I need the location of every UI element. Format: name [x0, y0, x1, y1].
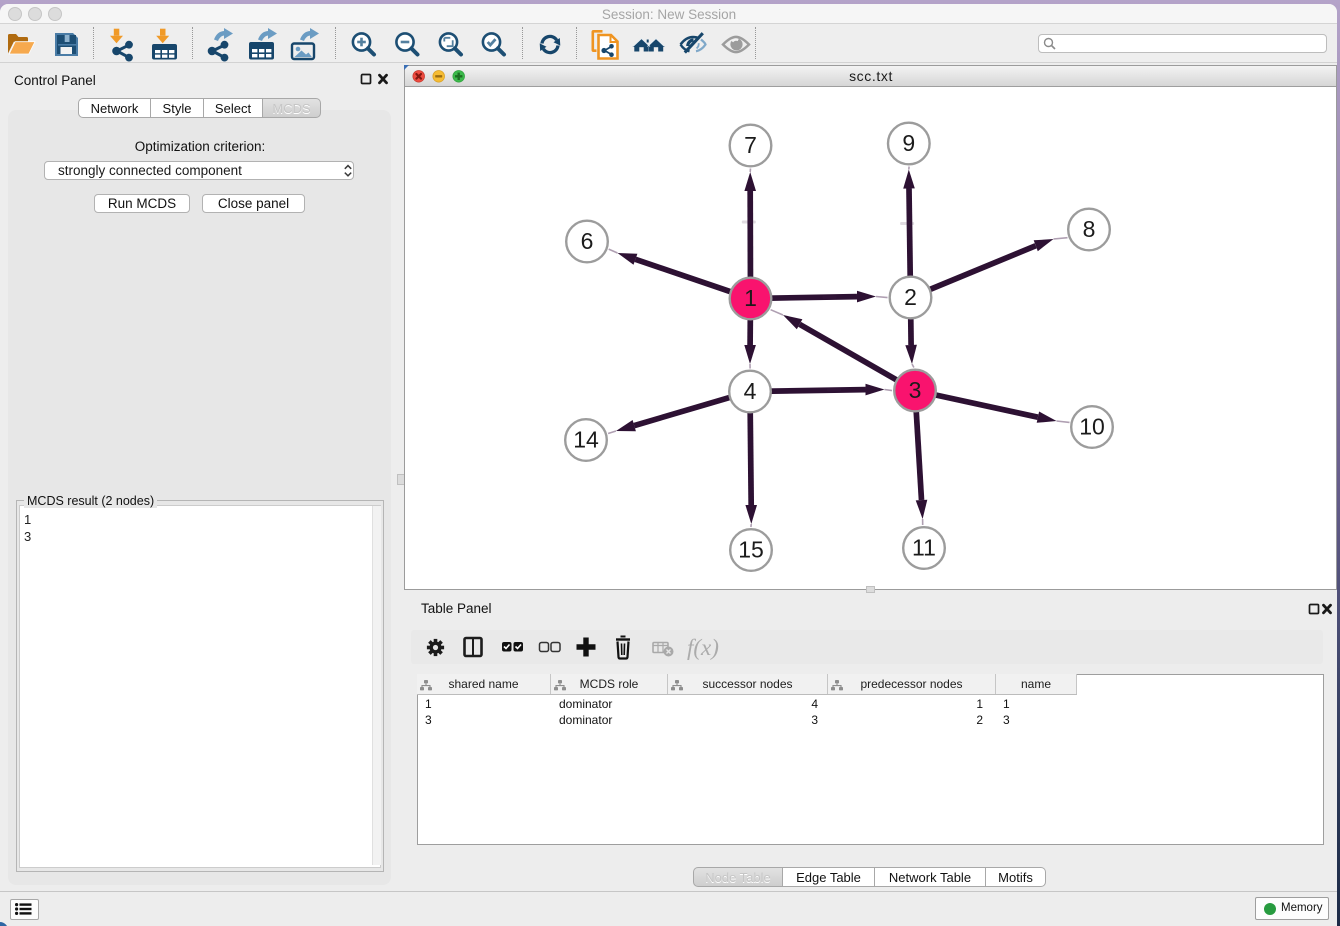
svg-text:2: 2	[904, 284, 917, 310]
svg-text:7: 7	[744, 132, 757, 158]
svg-text:9: 9	[902, 130, 915, 156]
svg-text:15: 15	[738, 537, 764, 563]
svg-text:10: 10	[1079, 414, 1105, 440]
svg-text:f(x): f(x)	[687, 635, 719, 660]
svg-text:4: 4	[743, 378, 756, 404]
svg-text:11: 11	[912, 535, 936, 561]
svg-text:1: 1	[744, 285, 757, 311]
svg-text:3: 3	[908, 377, 921, 403]
svg-text:8: 8	[1082, 216, 1095, 242]
svg-text:6: 6	[580, 228, 593, 254]
svg-text:14: 14	[573, 427, 599, 453]
